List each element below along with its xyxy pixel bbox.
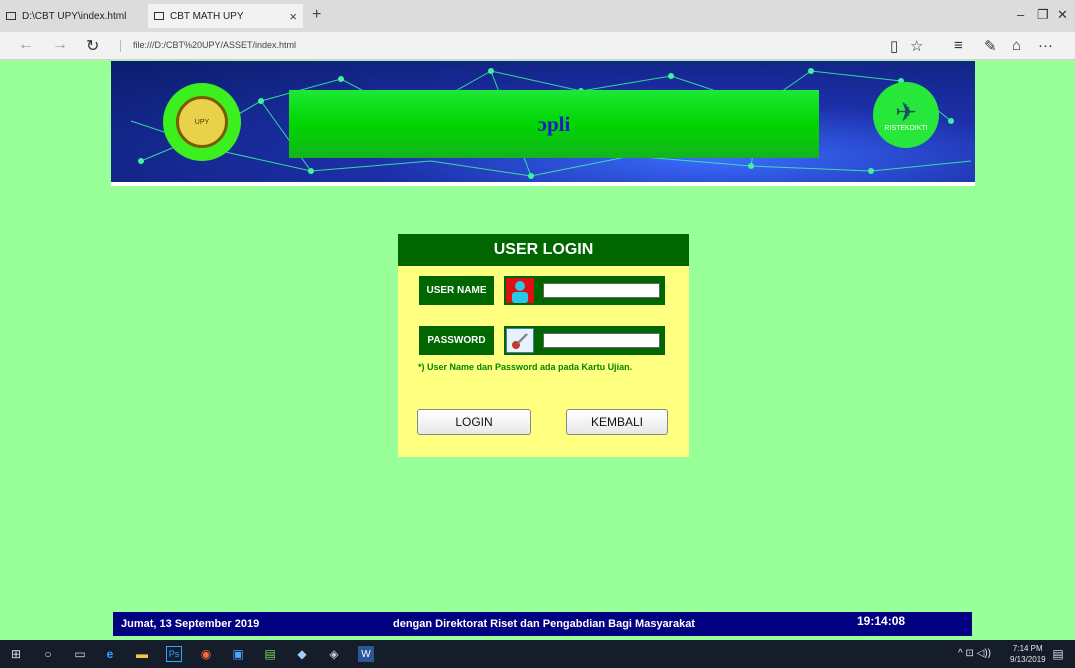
password-label: PASSWORD	[419, 326, 494, 355]
back-icon[interactable]: ←	[18, 36, 34, 54]
taskbar-date: 9/13/2019	[1010, 655, 1046, 664]
restore-button[interactable]: ❐	[1037, 7, 1049, 23]
search-icon[interactable]: ○	[40, 646, 56, 662]
notes-icon[interactable]: ✎	[984, 37, 997, 55]
browser-tab-bar: D:\CBT UPY\index.html CBT MATH UPY × + –…	[0, 0, 1075, 32]
address-bar: ← → ↻ file:///D:/CBT%20UPY/ASSET/index.h…	[0, 32, 1075, 60]
footer-bar: Jumat, 13 September 2019 dengan Direktor…	[113, 612, 972, 636]
refresh-icon[interactable]: ↻	[86, 36, 99, 56]
more-icon[interactable]: ···	[1038, 37, 1053, 54]
spreadsheet-icon[interactable]: ▤	[262, 646, 278, 662]
app-icon[interactable]: ◉	[198, 646, 214, 662]
password-row	[504, 326, 665, 355]
new-tab-button[interactable]: +	[312, 6, 321, 24]
tab-label: D:\CBT UPY\index.html	[22, 10, 127, 22]
reading-view-icon[interactable]: ▯	[890, 37, 898, 55]
task-view-icon[interactable]: ▭	[72, 646, 88, 662]
taskbar-clock[interactable]: 7:14 PM 9/13/2019	[1010, 643, 1046, 665]
banner-divider	[111, 182, 975, 186]
header-banner: UPY ɔpli ✈ RISTEKDIKTI	[111, 61, 975, 183]
taskbar-time: 7:14 PM	[1012, 644, 1043, 653]
username-row	[504, 276, 665, 305]
ristekdikti-logo: ✈ RISTEKDIKTI	[873, 82, 939, 148]
login-panel: USER LOGIN USER NAME PASSWORD *) User Na…	[398, 234, 689, 457]
username-input[interactable]	[543, 283, 660, 298]
windows-taskbar: ⊞ ○ ▭ e ▬ Ps ◉ ▣ ▤ ◆ ◈ W ^ ⊡ ◁)) 7:14 PM…	[0, 640, 1075, 668]
file-explorer-icon[interactable]: ▬	[134, 646, 150, 662]
notifications-icon[interactable]: ▤	[1050, 646, 1066, 662]
forward-icon[interactable]: →	[52, 36, 68, 54]
hub-icon[interactable]: ≡	[954, 37, 963, 54]
app2-icon[interactable]: ◆	[294, 646, 310, 662]
word-icon[interactable]: W	[358, 646, 374, 662]
password-input[interactable]	[543, 333, 660, 348]
seal-text: UPY	[194, 118, 210, 126]
footer-marquee: dengan Direktorat Riset dan Pengabdian B…	[393, 618, 695, 630]
kembali-button[interactable]: KEMBALI	[566, 409, 668, 435]
url-field[interactable]: file:///D:/CBT%20UPY/ASSET/index.html	[120, 40, 296, 52]
photoshop-icon[interactable]: Ps	[166, 646, 182, 662]
media-icon[interactable]: ▣	[230, 646, 246, 662]
key-icon	[506, 328, 534, 353]
seal-emblem: UPY	[176, 96, 228, 148]
minimize-button[interactable]: –	[1017, 7, 1024, 22]
username-label: USER NAME	[419, 276, 494, 305]
page-icon	[6, 12, 16, 20]
page-icon	[154, 12, 164, 20]
start-icon[interactable]: ⊞	[8, 646, 24, 662]
user-icon	[506, 278, 534, 303]
share-icon[interactable]: ⌂	[1012, 37, 1021, 54]
ristekdikti-text: RISTEKDIKTI	[884, 124, 928, 132]
system-tray-icons[interactable]: ^ ⊡ ◁))	[958, 648, 991, 659]
edge-icon[interactable]: e	[102, 646, 118, 662]
close-tab-icon[interactable]: ×	[289, 9, 297, 24]
footer-clock: 19:14:08	[857, 614, 906, 628]
banner-title: ɔpli	[537, 111, 571, 136]
footer-date: Jumat, 13 September 2019	[121, 618, 260, 630]
ristekdikti-mark-icon: ✈	[895, 96, 917, 127]
university-logo: UPY	[163, 83, 241, 161]
app3-icon[interactable]: ◈	[326, 646, 342, 662]
close-window-button[interactable]: ✕	[1057, 7, 1068, 23]
browser-tab-2[interactable]: CBT MATH UPY ×	[148, 4, 303, 28]
banner-title-box: ɔpli	[289, 90, 819, 158]
favorites-icon[interactable]: ☆	[910, 37, 923, 55]
login-button[interactable]: LOGIN	[417, 409, 531, 435]
login-note: *) User Name dan Password ada pada Kartu…	[418, 362, 633, 372]
login-title: USER LOGIN	[398, 234, 689, 266]
browser-tab-1[interactable]: D:\CBT UPY\index.html	[0, 4, 145, 28]
tab-label: CBT MATH UPY	[170, 10, 244, 22]
